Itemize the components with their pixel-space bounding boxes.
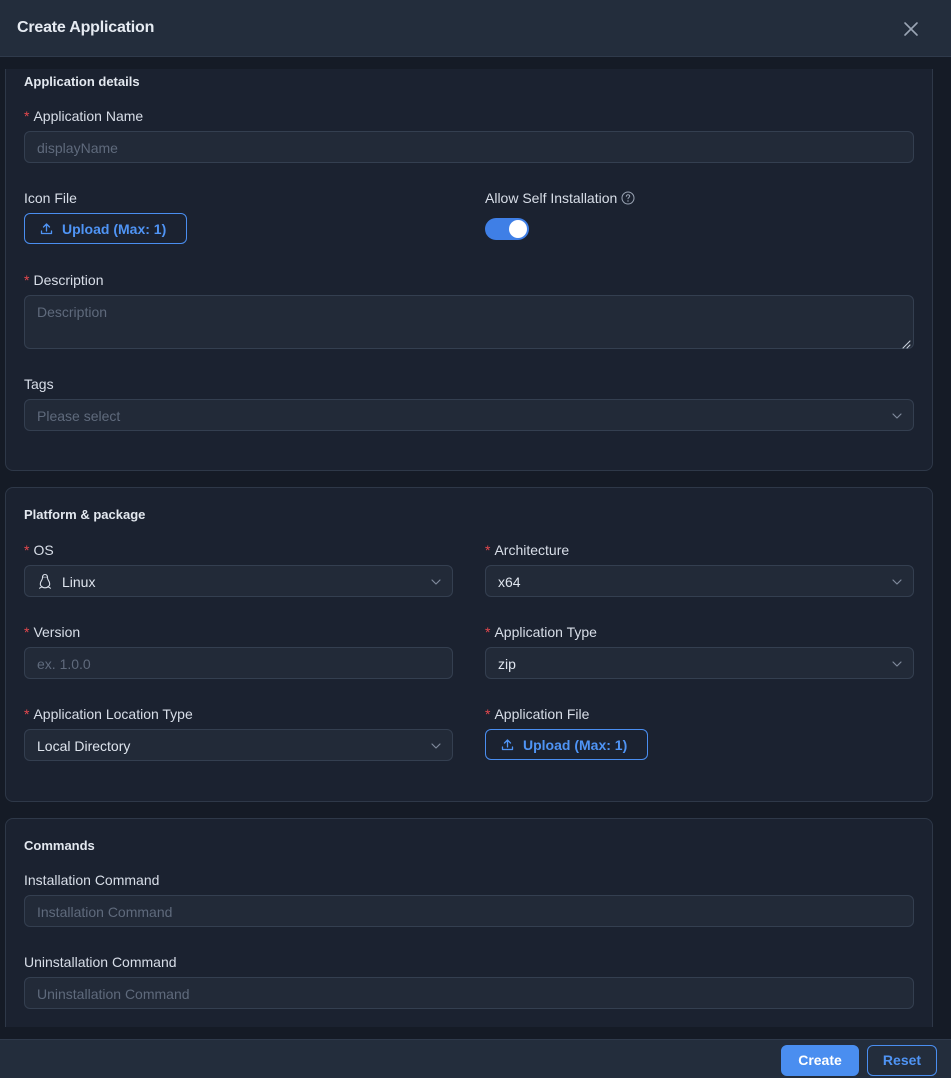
os-value: Linux (62, 574, 96, 590)
reset-button[interactable]: Reset (867, 1045, 937, 1076)
uninstallation-command-placeholder: Uninstallation Command (37, 986, 190, 1002)
tags-select[interactable]: Please select (24, 399, 914, 431)
application-location-type-value: Local Directory (37, 738, 131, 754)
description-label: * Description (24, 272, 104, 288)
chevron-down-icon (430, 575, 442, 587)
os-label: * OS (24, 542, 54, 558)
dialog-header: Create Application (0, 0, 951, 57)
application-type-label: * Application Type (485, 624, 597, 640)
architecture-select[interactable]: x64 (485, 565, 914, 597)
chevron-down-icon (891, 409, 903, 421)
installation-command-label: Installation Command (24, 872, 160, 888)
commands-card: Commands Installation Command Installati… (5, 818, 933, 1027)
section-title: Platform & package (24, 507, 146, 522)
installation-command-placeholder: Installation Command (37, 904, 173, 920)
description-placeholder: Description (37, 304, 108, 320)
application-location-type-select[interactable]: Local Directory (24, 729, 453, 761)
version-label: * Version (24, 624, 81, 640)
section-title: Commands (24, 838, 95, 853)
create-button[interactable]: Create (781, 1045, 859, 1076)
create-application-dialog: Create Application Application details *… (0, 0, 951, 1078)
version-placeholder: ex. 1.0.0 (37, 656, 91, 672)
application-details-card: Application details * Application Name di… (5, 69, 933, 471)
allow-self-installation-label: Allow Self Installation (485, 190, 635, 206)
os-select[interactable]: Linux (24, 565, 453, 597)
architecture-value: x64 (498, 574, 521, 590)
version-input[interactable]: ex. 1.0.0 (24, 647, 453, 679)
upload-icon (40, 222, 53, 235)
toggle-knob (509, 220, 527, 238)
application-name-label: * Application Name (24, 108, 144, 124)
dialog-title: Create Application (17, 19, 155, 36)
section-title: Application details (24, 74, 140, 89)
application-file-label: * Application File (485, 706, 590, 722)
application-type-value: zip (498, 656, 516, 672)
icon-upload-button[interactable]: Upload (Max: 1) (24, 213, 187, 244)
description-textarea[interactable]: Description (24, 295, 914, 349)
application-type-select[interactable]: zip (485, 647, 914, 679)
tags-placeholder: Please select (37, 408, 121, 424)
close-icon[interactable] (899, 17, 923, 41)
application-file-upload-button[interactable]: Upload (Max: 1) (485, 729, 648, 760)
chevron-down-icon (891, 657, 903, 669)
upload-icon (501, 738, 514, 751)
uninstallation-command-label: Uninstallation Command (24, 954, 177, 970)
installation-command-input[interactable]: Installation Command (24, 895, 914, 927)
linux-penguin-icon (37, 573, 53, 590)
chevron-down-icon (891, 575, 903, 587)
application-location-type-label: * Application Location Type (24, 706, 193, 722)
platform-package-card: Platform & package * OS Linux * Architectu… (5, 487, 933, 802)
application-name-placeholder: displayName (37, 140, 118, 156)
question-circle-icon[interactable] (621, 191, 635, 205)
resize-handle-icon[interactable] (901, 336, 911, 349)
architecture-label: * Architecture (485, 542, 570, 558)
application-name-input[interactable]: displayName (24, 131, 914, 163)
allow-self-installation-toggle[interactable] (485, 218, 529, 240)
upload-label: Upload (Max: 1) (523, 737, 628, 753)
tags-label: Tags (24, 376, 54, 392)
dialog-footer: Create Reset (0, 1039, 951, 1078)
icon-file-label: Icon File (24, 190, 77, 206)
chevron-down-icon (430, 739, 442, 751)
dialog-body[interactable]: Application details * Application Name di… (0, 69, 951, 1027)
upload-label: Upload (Max: 1) (62, 221, 167, 237)
uninstallation-command-input[interactable]: Uninstallation Command (24, 977, 914, 1009)
